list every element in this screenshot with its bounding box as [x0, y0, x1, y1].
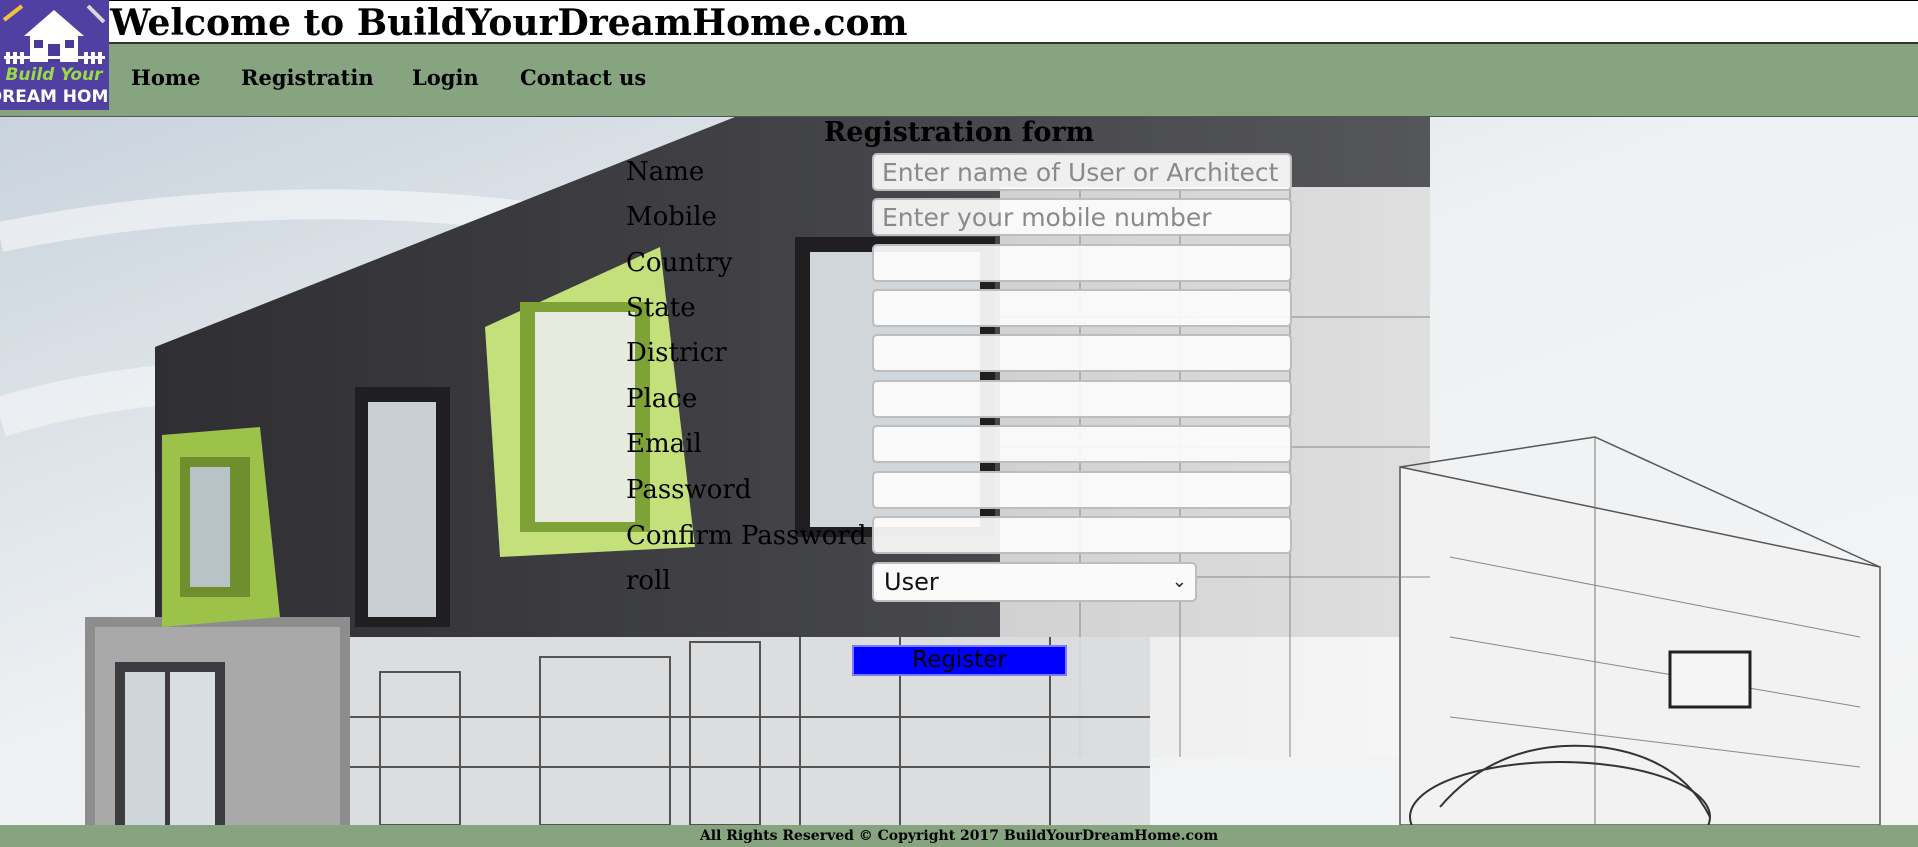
mobile-input[interactable] — [872, 198, 1292, 236]
district-input[interactable] — [872, 334, 1292, 372]
state-input[interactable] — [872, 289, 1292, 327]
role-select-value: User — [884, 568, 939, 596]
form-title: Registration form — [823, 117, 1095, 148]
chevron-down-icon: ⌄ — [1171, 571, 1187, 592]
password-input[interactable] — [872, 471, 1292, 509]
logo-text-line1: Build Your — [5, 65, 104, 85]
email-label: Email — [626, 429, 702, 459]
copyright-text: All Rights Reserved © Copyright 2017 Bui… — [699, 828, 1219, 844]
house-logo-icon: Build Your DREAM HOME — [0, 0, 109, 110]
main-nav: Home Registratin Login Contact us — [0, 44, 1918, 117]
register-button[interactable]: Register — [852, 645, 1067, 676]
confirm-password-input[interactable] — [872, 516, 1292, 554]
email-input[interactable] — [872, 425, 1292, 463]
nav-item-home[interactable]: Home — [131, 44, 200, 117]
footer: All Rights Reserved © Copyright 2017 Bui… — [0, 825, 1918, 847]
logo-text-line2: DREAM HOME — [0, 87, 109, 107]
site-header: Welcome to BuildYourDreamHome.com — [0, 0, 1918, 44]
nav-item-contact-us[interactable]: Contact us — [520, 44, 646, 117]
nav-item-login[interactable]: Login — [412, 44, 479, 117]
name-label: Name — [626, 157, 705, 187]
name-input[interactable] — [872, 153, 1292, 191]
mobile-label: Mobile — [626, 202, 717, 232]
site-title: Welcome to BuildYourDreamHome.com — [110, 2, 908, 44]
country-label: Country — [626, 248, 733, 278]
role-select[interactable]: User ⌄ — [872, 562, 1197, 602]
confirm-password-label: Confirm Password — [626, 521, 867, 551]
district-label: Districr — [626, 338, 727, 368]
site-logo[interactable]: Build Your DREAM HOME — [0, 0, 109, 110]
place-input[interactable] — [872, 380, 1292, 418]
role-label: roll — [626, 566, 671, 596]
country-input[interactable] — [872, 244, 1292, 282]
state-label: State — [626, 293, 696, 323]
place-label: Place — [626, 384, 698, 414]
green-window-left — [162, 427, 280, 627]
password-label: Password — [626, 475, 752, 505]
nav-item-registration[interactable]: Registratin — [241, 44, 374, 117]
